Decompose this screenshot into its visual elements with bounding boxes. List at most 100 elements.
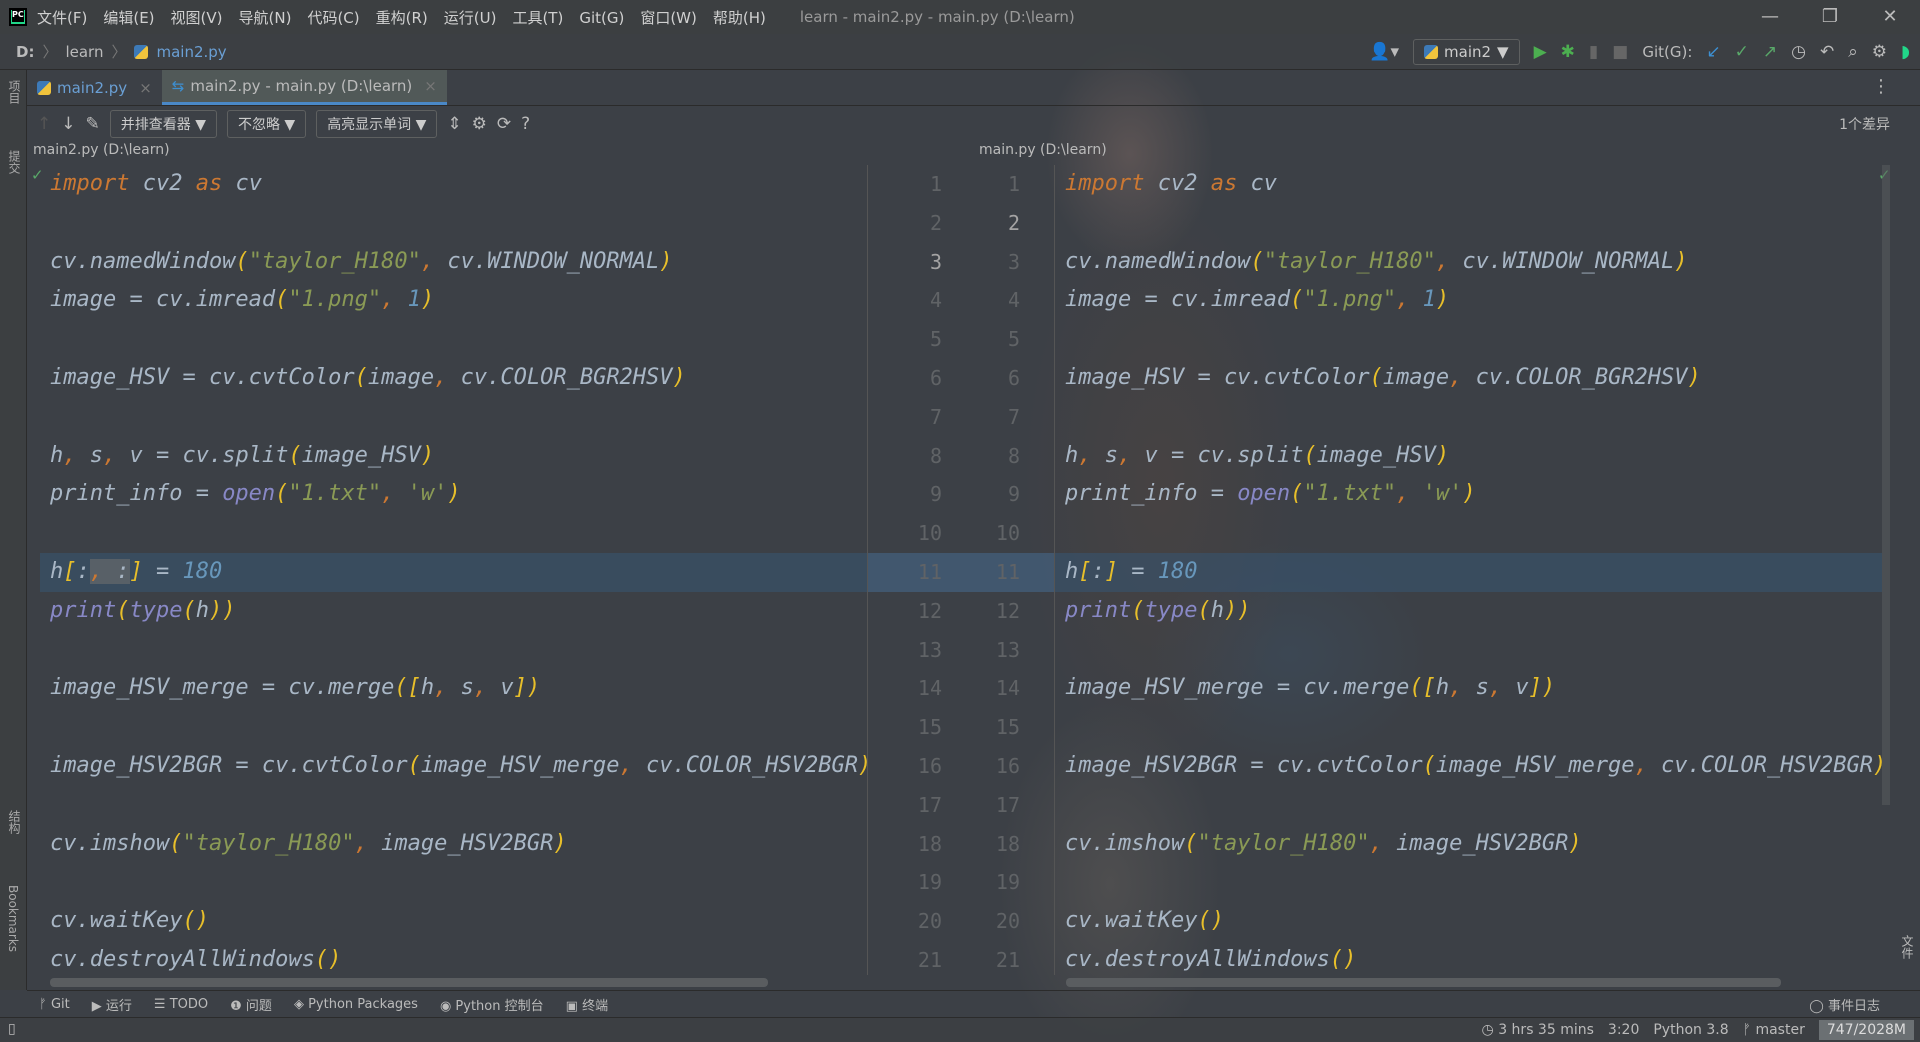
code-line[interactable]: image = cv.imread("1.png", 1) bbox=[40, 281, 867, 320]
debug-icon[interactable]: ✱ bbox=[1561, 42, 1575, 62]
code-line[interactable]: image_HSV2BGR = cv.cvtColor(image_HSV_me… bbox=[40, 747, 867, 786]
code-line[interactable] bbox=[1055, 631, 1882, 670]
time-tracker[interactable]: ◷ 3 hrs 35 mins bbox=[1482, 1022, 1594, 1038]
code-line[interactable]: h[:, :] = 180 bbox=[40, 552, 867, 592]
code-line[interactable]: cv.destroyAllWindows() bbox=[1055, 941, 1882, 975]
breadcrumb-drive[interactable]: D: bbox=[16, 43, 34, 61]
code-line[interactable] bbox=[1055, 398, 1882, 437]
sidebar-project[interactable]: 项目 bbox=[6, 80, 23, 104]
code-line[interactable]: h, s, v = cv.split(image_HSV) bbox=[1055, 437, 1882, 476]
right-code-editor[interactable]: import cv2 as cv cv.namedWindow("taylor_H… bbox=[1055, 165, 1882, 975]
tool-window-button[interactable]: ▣ 终端 bbox=[566, 995, 608, 1014]
close-button[interactable]: ✕ bbox=[1860, 0, 1920, 34]
code-line[interactable] bbox=[1055, 204, 1882, 243]
code-line[interactable]: image_HSV2BGR = cv.cvtColor(image_HSV_me… bbox=[1055, 747, 1882, 786]
interpreter[interactable]: Python 3.8 bbox=[1653, 1022, 1728, 1038]
code-line[interactable]: print_info = open("1.txt", 'w') bbox=[40, 475, 867, 514]
left-code-editor[interactable]: import cv2 as cv cv.namedWindow("taylor_H… bbox=[40, 165, 867, 975]
code-line[interactable] bbox=[1055, 863, 1882, 902]
tool-window-button[interactable]: ◉ Python 控制台 bbox=[440, 995, 544, 1014]
code-line[interactable]: cv.namedWindow("taylor_H180", cv.WINDOW_… bbox=[40, 243, 867, 282]
code-line[interactable] bbox=[40, 786, 867, 825]
menu-item[interactable]: 工具(T) bbox=[512, 9, 563, 27]
highlight-select[interactable]: 高亮显示单词 ▼ bbox=[316, 110, 438, 138]
code-line[interactable]: print(type(h)) bbox=[1055, 592, 1882, 631]
search-icon[interactable]: ⌕ bbox=[1848, 42, 1858, 62]
minimize-button[interactable]: — bbox=[1740, 0, 1800, 34]
code-line[interactable] bbox=[40, 320, 867, 359]
code-line[interactable]: cv.imshow("taylor_H180", image_HSV2BGR) bbox=[1055, 825, 1882, 864]
run-icon[interactable]: ▶ bbox=[1534, 42, 1547, 62]
code-line[interactable]: image_HSV = cv.cvtColor(image, cv.COLOR_… bbox=[40, 359, 867, 398]
code-line[interactable] bbox=[40, 204, 867, 243]
toggle-tool-windows-icon[interactable]: ▯ bbox=[8, 1021, 16, 1037]
help-button[interactable]: ? bbox=[521, 114, 530, 134]
code-line[interactable]: cv.waitKey() bbox=[40, 902, 867, 941]
code-line[interactable] bbox=[40, 863, 867, 902]
code-line[interactable]: h, s, v = cv.split(image_HSV) bbox=[40, 437, 867, 476]
tab-main2[interactable]: main2.py × bbox=[27, 70, 162, 105]
coverage-icon[interactable]: ▮ bbox=[1589, 42, 1598, 62]
edit-icon[interactable]: ✎ bbox=[86, 114, 100, 134]
vertical-scrollbar[interactable] bbox=[1882, 165, 1890, 805]
code-line[interactable]: h[:] = 180 bbox=[1055, 552, 1882, 592]
menu-item[interactable]: Git(G) bbox=[579, 9, 624, 27]
menu-item[interactable]: 编辑(E) bbox=[103, 9, 154, 27]
code-line[interactable]: cv.namedWindow("taylor_H180", cv.WINDOW_… bbox=[1055, 243, 1882, 282]
caret-position[interactable]: 3:20 bbox=[1608, 1022, 1639, 1038]
menu-item[interactable]: 运行(U) bbox=[444, 9, 497, 27]
gear-icon[interactable]: ⚙ bbox=[1872, 42, 1887, 62]
code-line[interactable]: image_HSV_merge = cv.merge([h, s, v]) bbox=[40, 669, 867, 708]
tool-window-button[interactable]: ◈ Python Packages bbox=[294, 997, 418, 1012]
collapse-icon[interactable]: ⇕ bbox=[447, 114, 461, 134]
jetbrains-icon[interactable]: ◗ bbox=[1901, 42, 1910, 62]
code-line[interactable]: import cv2 as cv bbox=[40, 165, 867, 204]
code-line[interactable] bbox=[1055, 708, 1882, 747]
memory-indicator[interactable]: 747/2028M bbox=[1818, 1020, 1914, 1040]
event-log-button[interactable]: ◯ 事件日志 bbox=[1809, 995, 1880, 1014]
left-horizontal-scrollbar[interactable] bbox=[50, 978, 768, 987]
more-options-icon[interactable]: ⋮ bbox=[1872, 76, 1890, 97]
prev-diff-icon[interactable]: ↑ bbox=[37, 114, 51, 134]
settings-icon[interactable]: ⚙ bbox=[472, 114, 487, 134]
tool-window-button[interactable]: ᚠ Git bbox=[39, 997, 70, 1012]
right-horizontal-scrollbar[interactable] bbox=[1066, 978, 1781, 987]
sidebar-files[interactable]: 文件 bbox=[1899, 935, 1916, 959]
sidebar-commit[interactable]: 提交 bbox=[6, 150, 23, 174]
breadcrumb-file[interactable]: main2.py bbox=[156, 43, 226, 61]
menu-item[interactable]: 代码(C) bbox=[307, 9, 359, 27]
close-tab-icon[interactable]: × bbox=[424, 77, 437, 95]
viewer-select[interactable]: 并排查看器 ▼ bbox=[109, 110, 217, 138]
git-update-icon[interactable]: ↙ bbox=[1706, 42, 1720, 62]
tool-window-button[interactable]: ☰ TODO bbox=[154, 997, 208, 1012]
user-icon[interactable]: 👤▾ bbox=[1369, 42, 1399, 62]
code-line[interactable] bbox=[1055, 786, 1882, 825]
code-line[interactable]: import cv2 as cv bbox=[1055, 165, 1882, 204]
history-icon[interactable]: ◷ bbox=[1791, 42, 1806, 62]
code-line[interactable]: image_HSV = cv.cvtColor(image, cv.COLOR_… bbox=[1055, 359, 1882, 398]
restore-button[interactable]: ❐ bbox=[1800, 0, 1860, 34]
menu-item[interactable]: 帮助(H) bbox=[713, 9, 766, 27]
next-diff-icon[interactable]: ↓ bbox=[61, 114, 75, 134]
code-line[interactable] bbox=[40, 631, 867, 670]
git-branch[interactable]: ᚠ master bbox=[1743, 1022, 1805, 1038]
stop-icon[interactable]: ■ bbox=[1612, 42, 1628, 62]
code-line[interactable]: cv.imshow("taylor_H180", image_HSV2BGR) bbox=[40, 825, 867, 864]
sidebar-structure[interactable]: 结构 bbox=[6, 810, 23, 834]
code-line[interactable] bbox=[1055, 514, 1882, 553]
menu-item[interactable]: 窗口(W) bbox=[640, 9, 697, 27]
tool-window-button[interactable]: ▶ 运行 bbox=[92, 995, 132, 1014]
sync-scroll-icon[interactable]: ⟳ bbox=[497, 114, 511, 134]
code-line[interactable]: image = cv.imread("1.png", 1) bbox=[1055, 281, 1882, 320]
ignore-select[interactable]: 不忽略 ▼ bbox=[226, 110, 307, 138]
sidebar-bookmarks[interactable]: Bookmarks bbox=[6, 885, 20, 952]
git-push-icon[interactable]: ↗ bbox=[1763, 42, 1777, 62]
code-line[interactable] bbox=[1055, 320, 1882, 359]
code-line[interactable] bbox=[40, 708, 867, 747]
code-line[interactable]: image_HSV_merge = cv.merge([h, s, v]) bbox=[1055, 669, 1882, 708]
code-line[interactable]: print(type(h)) bbox=[40, 592, 867, 631]
rollback-icon[interactable]: ↶ bbox=[1820, 42, 1834, 62]
git-commit-icon[interactable]: ✓ bbox=[1735, 42, 1749, 62]
code-line[interactable] bbox=[40, 514, 867, 553]
tool-window-button[interactable]: ❶ 问题 bbox=[230, 995, 272, 1014]
